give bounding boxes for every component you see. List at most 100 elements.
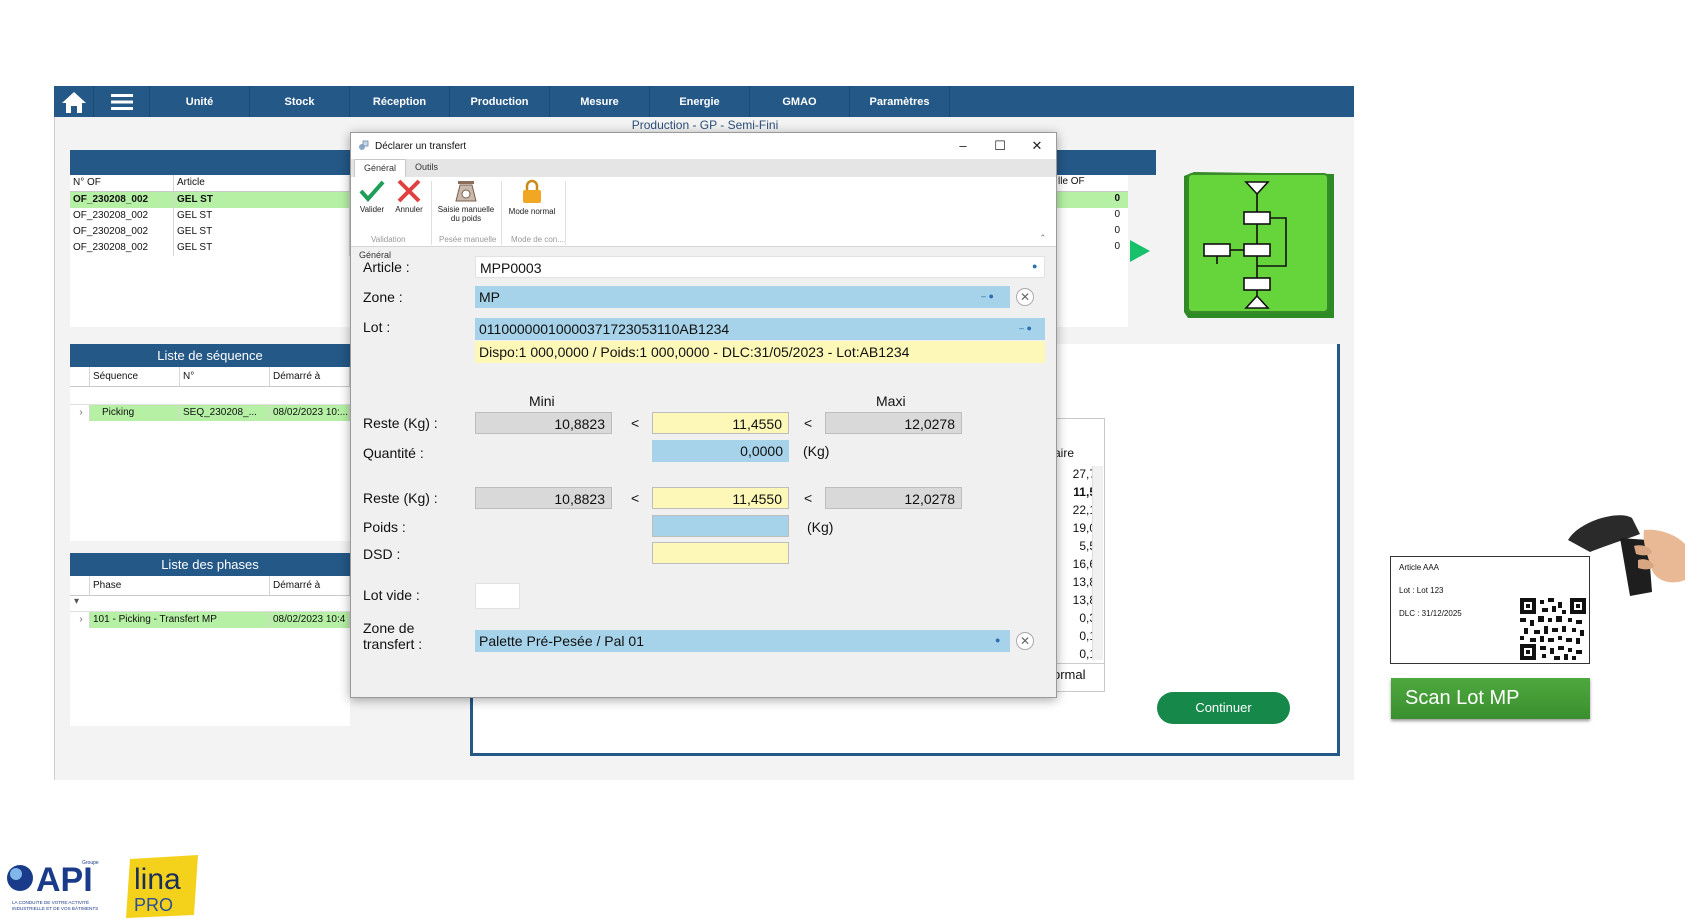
mini-label: Mini: [529, 393, 555, 409]
expand-chevron-icon[interactable]: ›: [70, 405, 90, 421]
manual-weight-button[interactable]: Saisie manuelle du poids: [435, 179, 497, 223]
filter-icon[interactable]: ▾: [70, 596, 350, 612]
nav-parametres[interactable]: Paramètres: [850, 86, 950, 117]
api-logo-tagline-2: INDUSTRIELLE ET DE VOS BÂTIMENTS: [12, 905, 98, 911]
normal-mode-button[interactable]: Mode normal: [503, 179, 561, 216]
scan-lot-button[interactable]: Scan Lot MP: [1391, 678, 1590, 719]
transfer-icon: [358, 140, 369, 151]
nav-gmao[interactable]: GMAO: [750, 86, 850, 117]
of-cell: OF_230208_002: [70, 208, 174, 224]
column-header-article[interactable]: Article: [174, 175, 350, 191]
manual-weight-label-1: Saisie manuelle: [437, 205, 495, 214]
label-article: Article AAA: [1399, 563, 1440, 572]
column-header-of[interactable]: N° OF: [70, 175, 174, 191]
lookup-icon[interactable]: ●: [1032, 261, 1037, 271]
table-row[interactable]: › Picking SEQ_230208_... 08/02/2023 10:.…: [70, 405, 350, 421]
poids-label: Poids :: [363, 519, 406, 535]
of-value-cell: 0: [1114, 241, 1120, 252]
label-lot: Lot : Lot 123: [1399, 586, 1444, 595]
hamburger-menu-icon[interactable]: [94, 86, 150, 117]
dsd-input[interactable]: [652, 542, 789, 564]
collapse-ribbon-icon[interactable]: ⌃: [1039, 233, 1047, 244]
quantite-input[interactable]: 0,0000: [652, 440, 789, 462]
zone-field[interactable]: MP: [475, 286, 1010, 308]
nav-energie[interactable]: Energie: [650, 86, 750, 117]
lookup-icon[interactable]: – ●: [1019, 323, 1032, 333]
lot-info: Dispo:1 000,0000 / Poids:1 000,0000 - DL…: [475, 341, 1045, 363]
validate-button[interactable]: Valider: [355, 179, 389, 214]
minimize-icon[interactable]: –: [948, 136, 978, 156]
lina-logo-text: lina: [134, 863, 181, 896]
flow-diagram-icon[interactable]: [1184, 172, 1334, 318]
lookup-icon[interactable]: ●: [995, 635, 1000, 645]
column-header-phase-started[interactable]: Démarré à: [270, 576, 350, 595]
lookup-icon[interactable]: – ●: [981, 291, 994, 301]
reste-min-field: 10,8823: [475, 487, 612, 509]
less-than: <: [804, 490, 813, 506]
zone-transfert-field[interactable]: Palette Pré-Pesée / Pal 01: [475, 630, 1010, 652]
cancel-label: Annuler: [395, 205, 423, 214]
dialog-titlebar: Déclarer un transfert – ☐ ✕: [351, 133, 1056, 159]
close-icon[interactable]: ✕: [1022, 136, 1052, 156]
ribbon-group-mode: Mode de con...: [511, 235, 564, 244]
home-icon[interactable]: [54, 86, 94, 117]
phase-list: Phase Démarré à ▾ › 101 - Picking - Tran…: [70, 576, 350, 726]
reste-value-field: 11,4550: [652, 412, 789, 434]
sequence-list-title: Liste de séquence: [70, 344, 350, 367]
clear-zone-transfert-icon[interactable]: ✕: [1016, 632, 1034, 650]
mode-label: ormal: [1051, 663, 1104, 685]
expand-chevron-icon[interactable]: ›: [70, 612, 90, 628]
nav-stock[interactable]: Stock: [250, 86, 350, 117]
nav-mesure[interactable]: Mesure: [550, 86, 650, 117]
less-than: <: [631, 490, 640, 506]
tab-general[interactable]: Général: [354, 159, 407, 177]
ribbon-group-pesee: Pesée manuelle: [439, 235, 497, 244]
lot-vide-label: Lot vide :: [363, 587, 420, 603]
maximize-icon[interactable]: ☐: [985, 136, 1015, 156]
article-field[interactable]: MPP0003: [475, 256, 1045, 278]
lina-pro-logo: lina PRO: [126, 855, 198, 918]
nav-reception[interactable]: Réception: [350, 86, 450, 117]
column-header-of-right: lle OF: [1058, 176, 1085, 187]
reste-min-field: 10,8823: [475, 412, 612, 434]
nav-production[interactable]: Production: [450, 86, 550, 117]
scrollbar[interactable]: [1092, 466, 1103, 660]
poids-input[interactable]: [652, 515, 789, 537]
quantite-unit: (Kg): [803, 443, 830, 459]
zone-transfert-label-2: transfert :: [363, 636, 423, 652]
of-value-cell: 0: [1114, 209, 1120, 220]
lot-input[interactable]: 01100000010000371723053110AB1234: [475, 318, 1045, 340]
of-value-cell: 0: [1114, 193, 1120, 204]
checkmark-icon: [359, 180, 385, 203]
column-header-phase[interactable]: Phase: [90, 576, 270, 595]
column-header-number[interactable]: N°: [180, 367, 270, 386]
column-header-started[interactable]: Démarré à: [270, 367, 350, 386]
maxi-label: Maxi: [876, 393, 906, 409]
lot-label: Lot :: [363, 319, 391, 335]
ribbon-toolbar: Valider Annuler Saisie manuelle du poids…: [351, 177, 1056, 247]
tab-outils[interactable]: Outils: [406, 159, 447, 177]
scale-icon: [455, 181, 477, 202]
manual-weight-label-2: du poids: [450, 214, 482, 223]
article-label: Article :: [363, 259, 410, 275]
lock-icon: [523, 179, 541, 203]
article-cell: GEL ST: [174, 208, 350, 224]
nav-unite[interactable]: Unité: [150, 86, 250, 117]
table-row[interactable]: › 101 - Picking - Transfert MP 08/02/202…: [70, 612, 350, 628]
zone-label: Zone :: [363, 289, 403, 305]
page-title: Production - GP - Semi-Fini: [631, 118, 779, 132]
article-cell: GEL ST: [174, 192, 350, 208]
reste-label: Reste (Kg) :: [363, 415, 438, 431]
clear-zone-icon[interactable]: ✕: [1016, 288, 1034, 306]
lot-vide-checkbox[interactable]: [475, 583, 520, 609]
zone-transfert-label-1: Zone de: [363, 620, 415, 636]
of-value-cell: 0: [1114, 225, 1120, 236]
cancel-button[interactable]: Annuler: [391, 179, 427, 214]
phase-list-head: Phase Démarré à: [70, 576, 350, 596]
continue-button[interactable]: Continuer: [1157, 692, 1290, 724]
dsd-label: DSD :: [363, 546, 401, 562]
column-header-sequence[interactable]: Séquence: [90, 367, 180, 386]
label-dlc: DLC : 31/12/2025: [1399, 609, 1462, 618]
reste-max-field: 12,0278: [825, 412, 962, 434]
play-icon[interactable]: [1130, 240, 1150, 262]
